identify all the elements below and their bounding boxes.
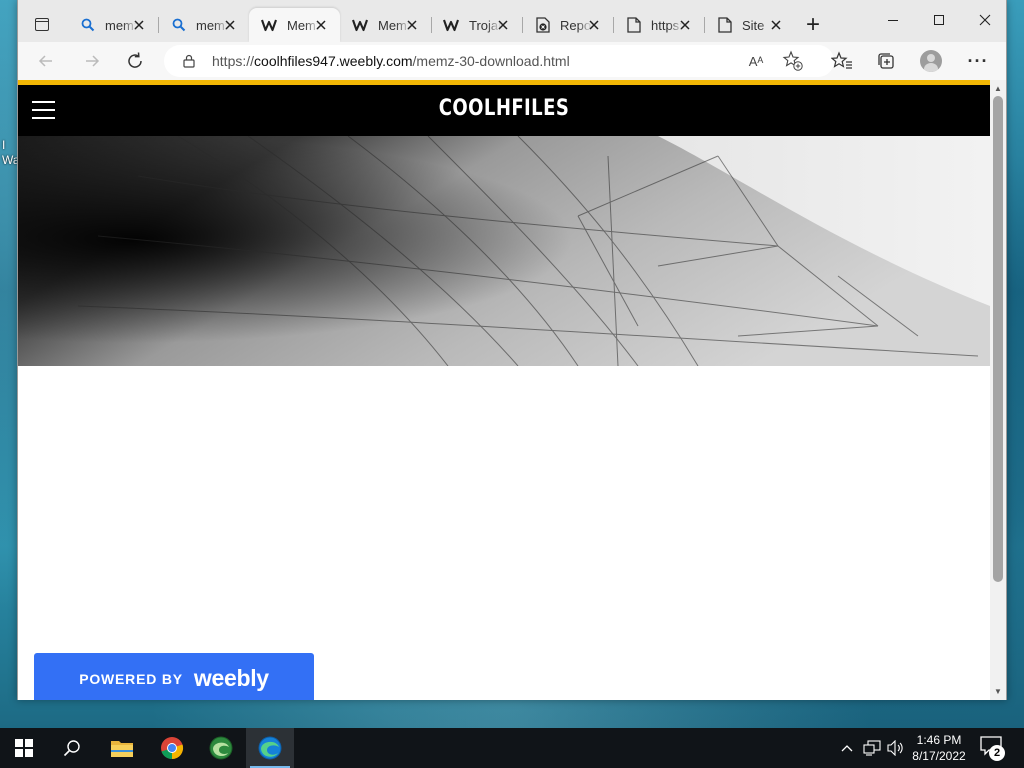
clock-date: 8/17/2022 xyxy=(912,749,966,763)
maximize-icon xyxy=(934,15,944,25)
site-title[interactable]: COOLHFILES xyxy=(105,96,902,121)
start-button[interactable] xyxy=(0,728,48,768)
action-center-button[interactable]: 2 xyxy=(980,736,1008,762)
report-icon xyxy=(534,16,552,34)
page-scrollbar[interactable]: ▲ ▼ xyxy=(990,80,1006,700)
weebly-icon xyxy=(261,16,279,34)
windows-taskbar: 1:46 PM 8/17/2022 2 xyxy=(0,728,1024,768)
scrollbar-thumb[interactable] xyxy=(993,96,1003,582)
clock-time: 1:46 PM xyxy=(916,733,962,747)
tab-actions-icon xyxy=(35,17,49,31)
tab[interactable]: Trojan xyxy=(431,8,522,42)
weebly-icon xyxy=(443,16,461,34)
url-host: coolhfiles947.weebly.com xyxy=(254,53,413,69)
new-tab-button[interactable]: + xyxy=(799,11,827,39)
close-tab-icon[interactable] xyxy=(494,16,512,34)
address-bar[interactable]: https://coolhfiles947.weebly.com/memz-30… xyxy=(164,45,834,77)
network-icon xyxy=(863,740,881,756)
edge-beta-icon xyxy=(209,736,233,760)
edge-icon xyxy=(258,736,282,760)
settings-and-more-button[interactable]: ··· xyxy=(965,48,991,74)
url-path: /memz-30-download.html xyxy=(412,53,570,69)
refresh-icon xyxy=(128,52,142,68)
read-aloud-button[interactable]: Aᴬ xyxy=(746,51,766,71)
weebly-icon xyxy=(352,16,370,34)
url-protocol: https:// xyxy=(212,53,255,69)
back-button[interactable] xyxy=(32,47,60,75)
show-hidden-icons-button[interactable] xyxy=(836,728,858,768)
page-body xyxy=(18,366,990,700)
arrow-right-icon xyxy=(86,55,100,67)
search-icon xyxy=(79,16,97,34)
close-tab-icon[interactable] xyxy=(403,16,421,34)
close-tab-icon[interactable] xyxy=(312,16,330,34)
close-tab-icon[interactable] xyxy=(130,16,148,34)
tab-strip: memz 3.0 - Searchmemz 3.0 - SearchMemz 3… xyxy=(67,8,795,42)
tab[interactable]: Site xyxy=(704,8,795,42)
favorites-icon xyxy=(831,51,852,69)
page-icon xyxy=(716,16,734,34)
edge-button[interactable] xyxy=(246,728,294,768)
windows-logo-icon xyxy=(15,739,33,757)
chrome-button[interactable] xyxy=(148,728,196,768)
powered-by-label: POWERED BY xyxy=(79,671,183,687)
chrome-icon xyxy=(161,737,184,760)
hamburger-menu-icon[interactable] xyxy=(32,100,55,120)
hero-banner-image xyxy=(18,136,990,366)
url-text[interactable]: https://coolhfiles947.weebly.com/memz-30… xyxy=(212,53,570,69)
profile-button[interactable] xyxy=(918,48,944,74)
maximize-button[interactable] xyxy=(916,0,962,40)
tab-bar: memz 3.0 - Searchmemz 3.0 - SearchMemz 3… xyxy=(18,0,1006,42)
weebly-logo: weebly xyxy=(193,664,269,691)
network-button[interactable] xyxy=(861,728,883,768)
tab[interactable]: memz 3.0 - Search xyxy=(158,8,249,42)
add-favorite-icon[interactable] xyxy=(782,50,804,72)
collections-icon xyxy=(878,53,894,69)
volume-button[interactable] xyxy=(885,728,907,768)
folder-icon xyxy=(111,741,133,757)
minimize-button[interactable] xyxy=(870,0,916,40)
tab-actions-button[interactable] xyxy=(26,8,58,40)
tab[interactable]: https:// xyxy=(613,8,704,42)
search-icon xyxy=(170,16,188,34)
arrow-left-icon xyxy=(38,55,52,67)
page-icon xyxy=(625,16,643,34)
search-icon xyxy=(63,740,80,757)
tab[interactable]: Memz xyxy=(340,8,431,42)
architecture-photo xyxy=(18,136,990,366)
minimize-icon xyxy=(888,19,898,21)
close-tab-icon[interactable] xyxy=(676,16,694,34)
browser-toolbar: https://coolhfiles947.weebly.com/memz-30… xyxy=(18,42,1006,80)
collections-button[interactable] xyxy=(873,48,899,74)
close-icon xyxy=(979,14,991,26)
taskbar-search-button[interactable] xyxy=(48,728,96,768)
lock-icon[interactable] xyxy=(182,54,196,68)
site-header: COOLHFILES xyxy=(18,85,990,136)
close-window-button[interactable] xyxy=(962,0,1008,40)
page-viewport: COOLHFILES POWERED BY weebly ▲ ▼ xyxy=(18,80,1006,700)
close-tab-icon[interactable] xyxy=(585,16,603,34)
close-tab-icon[interactable] xyxy=(767,16,785,34)
taskbar-clock[interactable]: 1:46 PM 8/17/2022 xyxy=(906,732,972,764)
tab[interactable]: memz 3.0 - Search xyxy=(67,8,158,42)
file-explorer-button[interactable] xyxy=(98,728,146,768)
scroll-down-arrow-icon[interactable]: ▼ xyxy=(993,686,1003,696)
tab[interactable]: Report xyxy=(522,8,613,42)
chevron-up-icon xyxy=(841,745,853,752)
avatar xyxy=(920,50,942,72)
volume-icon xyxy=(887,740,903,756)
powered-by-weebly-badge[interactable]: POWERED BY weebly xyxy=(34,653,314,700)
forward-button[interactable] xyxy=(78,47,106,75)
refresh-button[interactable] xyxy=(121,47,149,75)
more-icon: ··· xyxy=(967,51,989,71)
scroll-up-arrow-icon[interactable]: ▲ xyxy=(993,83,1003,93)
close-tab-icon[interactable] xyxy=(221,16,239,34)
tab[interactable]: Memz 3.0 Download - COOLHFILES xyxy=(249,8,340,42)
favorites-button[interactable] xyxy=(829,48,855,74)
browser-window: memz 3.0 - Searchmemz 3.0 - SearchMemz 3… xyxy=(17,0,1007,700)
notification-count-badge: 2 xyxy=(989,745,1005,761)
edge-beta-button[interactable] xyxy=(197,728,245,768)
